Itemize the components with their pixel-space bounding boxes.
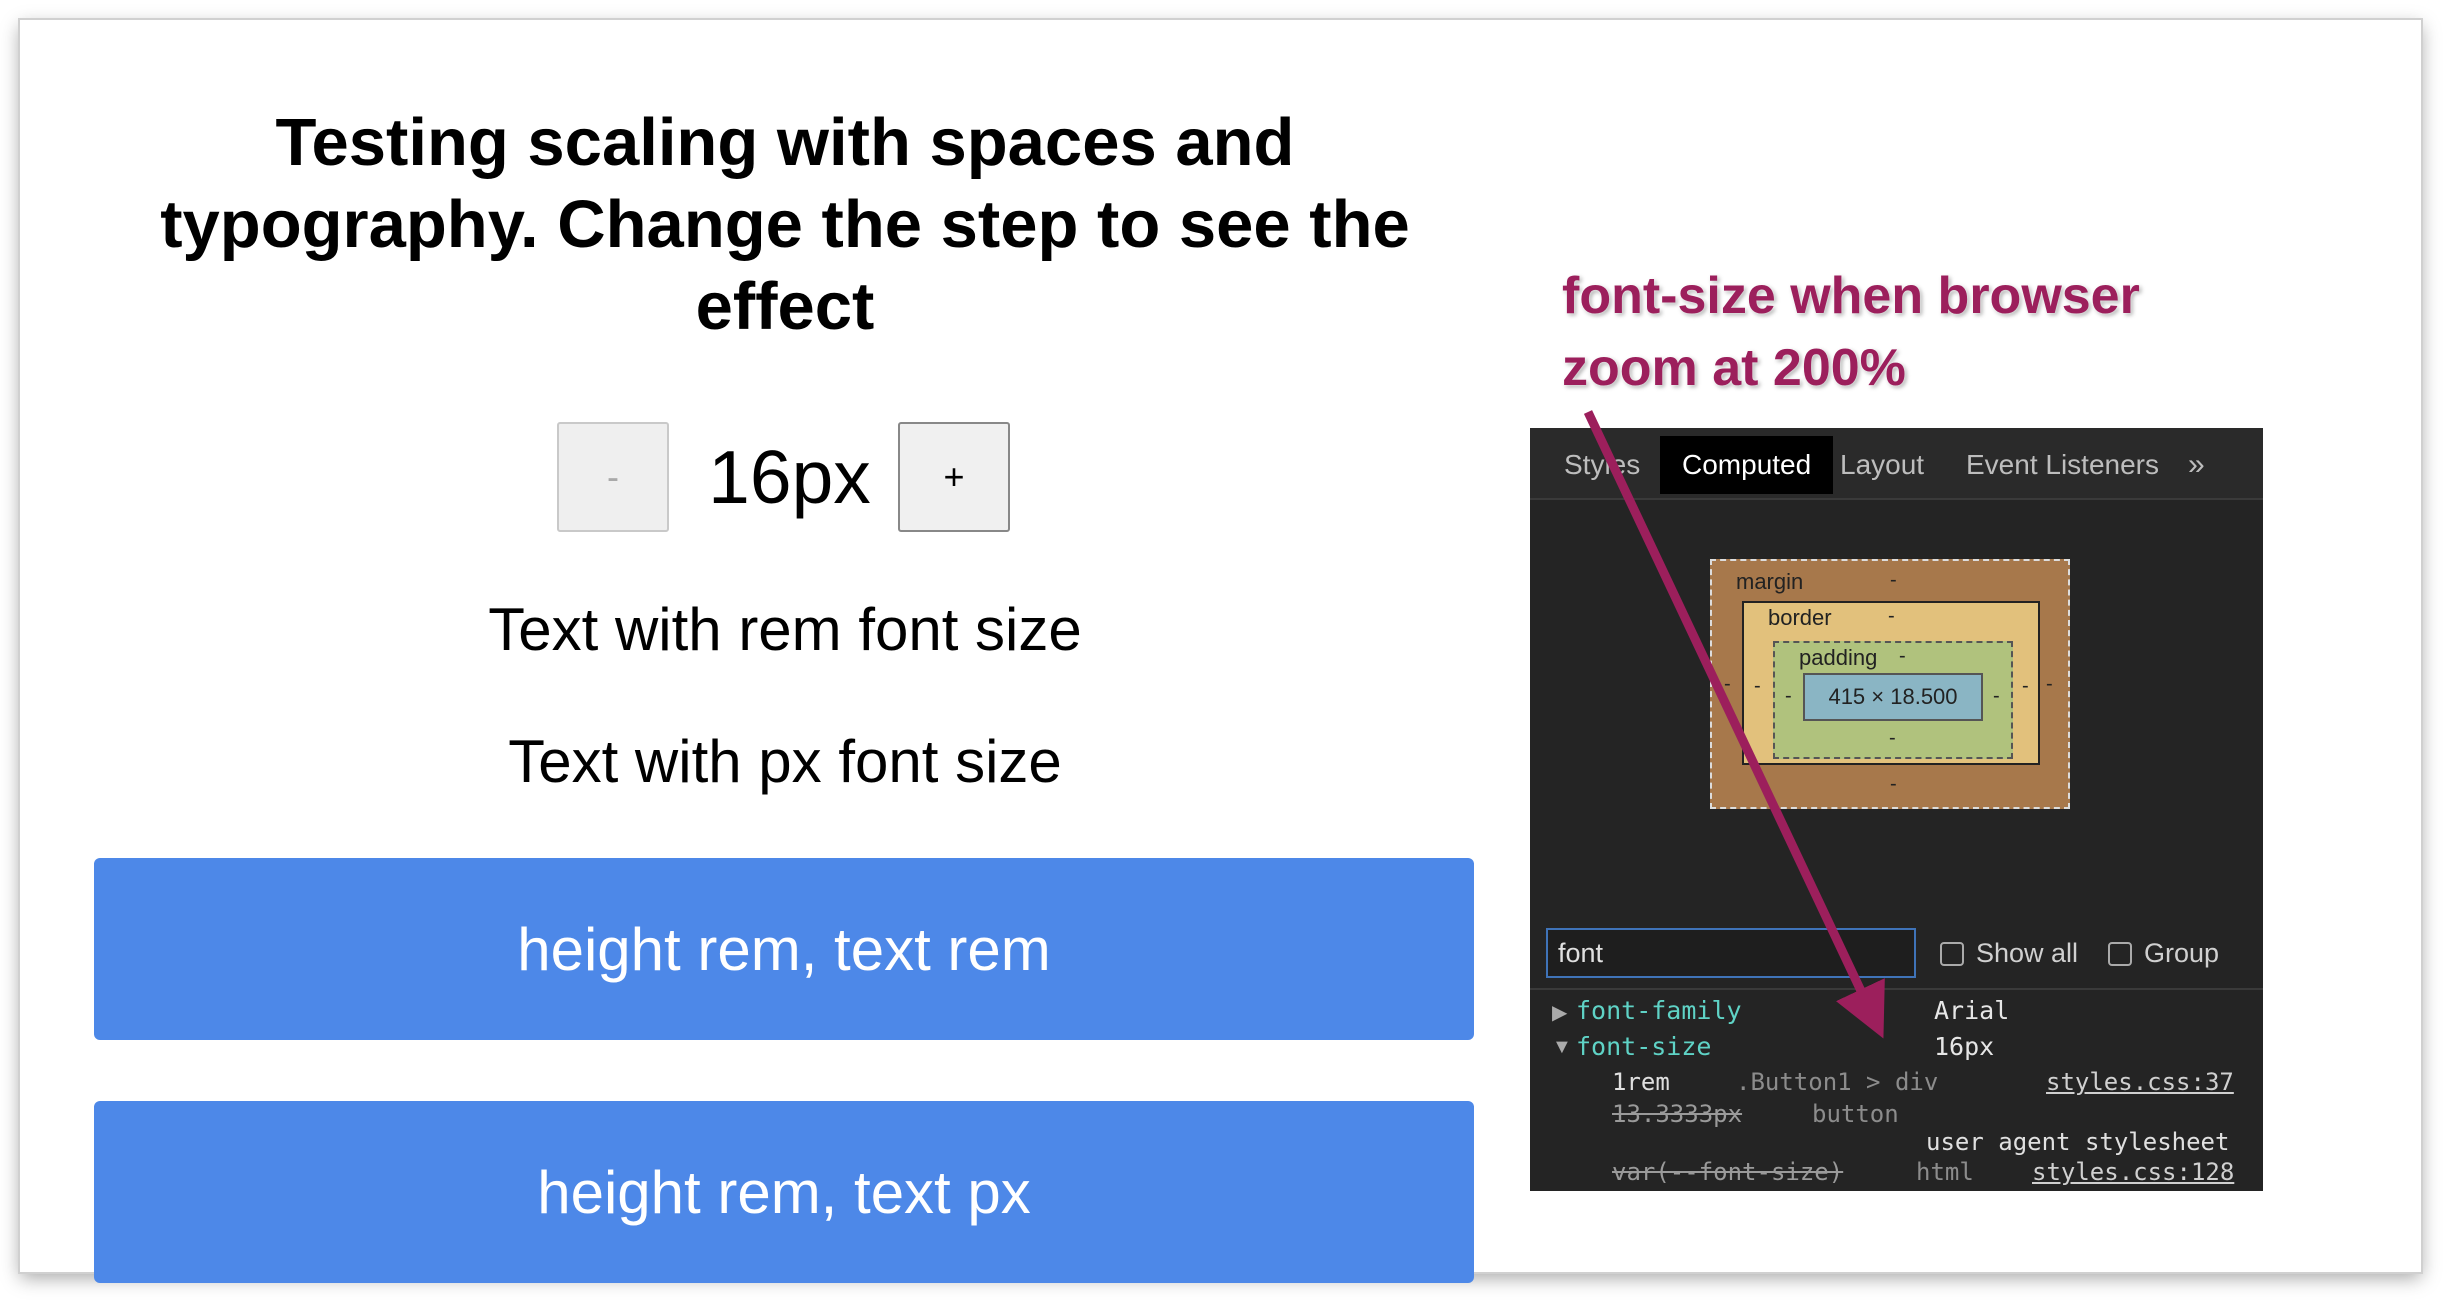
margin-bottom-value: - — [1890, 773, 1897, 795]
screenshot-frame: Testing scaling with spaces and typograp… — [20, 20, 2421, 1283]
property-font-size-value: 16px — [1934, 1032, 1995, 1061]
box-model-padding: padding - - - - 415 × 18.500 — [1773, 641, 2013, 759]
padding-bottom-value: - — [1889, 727, 1896, 749]
box-model-border: border - - - - padding - - - - 415 × 18.… — [1742, 601, 2040, 765]
text-rem-label: Text with rem font size — [488, 596, 1082, 663]
border-left-value: - — [1754, 675, 1761, 697]
rule-selector: button — [1812, 1100, 1899, 1128]
box-model-content[interactable]: 415 × 18.500 — [1803, 673, 1983, 721]
group-label: Group — [2144, 938, 2220, 968]
devtools-tab-bar: Styles Computed Layout Event Listeners » — [1530, 428, 2263, 500]
box-model-margin: margin - - - - border - - - - padding - … — [1710, 559, 2070, 809]
margin-label: margin — [1736, 569, 1804, 594]
border-label: border — [1768, 605, 1832, 630]
property-font-family-value: Arial — [1934, 996, 2010, 1025]
padding-top-value: - — [1899, 645, 1906, 667]
border-right-value: - — [2022, 675, 2029, 697]
font-size-value: 16px — [708, 435, 871, 519]
button-height-rem-text-rem[interactable]: height rem, text rem — [94, 858, 1474, 1040]
padding-right-value: - — [1993, 685, 2000, 707]
tab-layout[interactable]: Layout — [1818, 436, 1946, 494]
rule-value: 1rem — [1612, 1068, 1670, 1096]
rule-selector: html — [1916, 1158, 1974, 1186]
tab-computed[interactable]: Computed — [1660, 436, 1834, 494]
padding-label: padding — [1799, 645, 1878, 670]
chevron-double-right-icon[interactable]: » — [2166, 436, 2227, 494]
padding-left-value: - — [1785, 685, 1792, 707]
annotation-line-2: zoom at 200% — [1562, 339, 1906, 397]
margin-top-value: - — [1890, 569, 1897, 591]
property-font-size[interactable]: font-size — [1576, 1032, 1711, 1061]
rule-selector: .Button1 > div — [1736, 1068, 1939, 1096]
rule-source-link[interactable]: styles.css:37 — [2046, 1068, 2234, 1096]
margin-left-value: - — [1724, 673, 1731, 695]
devtools-panel: Styles Computed Layout Event Listeners »… — [1530, 428, 2263, 1191]
show-all-label: Show all — [1976, 938, 2079, 968]
decrease-button[interactable]: - — [557, 422, 669, 532]
show-all-checkbox[interactable]: Show all — [1940, 938, 2078, 969]
property-font-family[interactable]: font-family — [1576, 996, 1742, 1025]
checkbox-icon — [2108, 941, 2132, 966]
rule-source-link[interactable]: styles.css:128 — [2032, 1158, 2234, 1186]
annotation-callout: font-size when browser zoom at 200% — [1562, 260, 2262, 404]
tab-styles[interactable]: Styles — [1542, 436, 1662, 494]
border-top-value: - — [1888, 605, 1895, 627]
group-checkbox[interactable]: Group — [2108, 938, 2219, 969]
font-size-stepper: - 16px + — [557, 422, 1562, 534]
divider — [1530, 988, 2263, 990]
button-height-rem-text-px[interactable]: height rem, text px — [94, 1101, 1474, 1283]
collapse-arrow-icon[interactable]: ▼ — [1552, 1036, 1572, 1059]
rule-source-user-agent: user agent stylesheet — [1926, 1128, 2230, 1156]
annotation-line-1: font-size when browser — [1562, 267, 2140, 325]
computed-filter-input[interactable]: font — [1546, 928, 1916, 978]
checkbox-icon — [1940, 941, 1964, 966]
text-px-label: Text with px font size — [508, 728, 1062, 795]
tab-event-listeners[interactable]: Event Listeners — [1944, 436, 2181, 494]
page-title: Testing scaling with spaces and typograp… — [160, 105, 1410, 344]
expand-arrow-icon[interactable]: ▶ — [1552, 1000, 1567, 1025]
rule-value-overridden: 13.3333px — [1612, 1100, 1743, 1128]
margin-right-value: - — [2046, 673, 2053, 695]
rule-value-overridden: var(--font-size) — [1612, 1158, 1844, 1186]
increase-button[interactable]: + — [898, 422, 1010, 532]
